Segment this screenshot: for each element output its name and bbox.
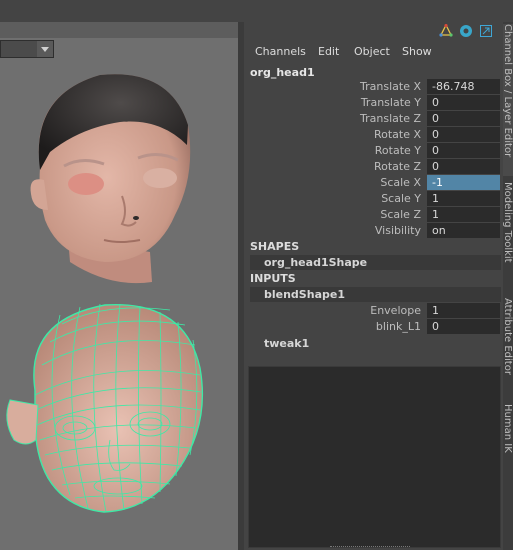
menu-object[interactable]: Object	[354, 45, 390, 58]
attr-value-field[interactable]: 0	[427, 159, 500, 174]
channel-box-panel: Channels Edit Object Show org_head1 Tran…	[244, 22, 503, 550]
tab-label: Modeling Toolkit	[503, 182, 513, 263]
attr-value-field[interactable]: 0	[427, 111, 500, 126]
tab-label: Channel Box / Layer Editor	[503, 24, 513, 158]
tab-label: Human IK	[503, 404, 513, 453]
attr-row-rotate-x[interactable]: Rotate X 0	[244, 127, 503, 143]
attr-label[interactable]: Translate Z	[360, 112, 421, 125]
object-name[interactable]: org_head1	[250, 66, 315, 79]
attr-value-field[interactable]: -86.748	[427, 79, 500, 94]
channel-box-icon[interactable]	[439, 23, 453, 38]
attr-label[interactable]: Rotate X	[374, 128, 421, 141]
tab-channel-box-layer-editor[interactable]: Channel Box / Layer Editor	[503, 24, 513, 176]
attr-value-field[interactable]: 0	[427, 319, 500, 334]
attr-label[interactable]: Scale X	[380, 176, 421, 189]
attr-label[interactable]: Envelope	[370, 304, 421, 317]
channel-box-toolbar	[439, 22, 499, 42]
attr-label[interactable]: blink_L1	[376, 320, 421, 333]
viewport-panel[interactable]	[0, 22, 238, 550]
attr-value-field[interactable]: 0	[427, 127, 500, 142]
attr-value-field[interactable]: 1	[427, 303, 500, 318]
tab-attribute-editor[interactable]: Attribute Editor	[503, 298, 513, 398]
resize-handle[interactable]	[330, 546, 410, 550]
viewport-3d-scene[interactable]	[0, 22, 238, 550]
wireframe-head-model[interactable]	[6, 303, 204, 513]
tab-human-ik[interactable]: Human IK	[503, 404, 513, 454]
attr-row-scale-x[interactable]: Scale X -1	[244, 175, 503, 191]
attr-row-visibility[interactable]: Visibility on	[244, 223, 503, 239]
attr-value-field[interactable]: on	[427, 223, 500, 238]
attr-row-rotate-z[interactable]: Rotate Z 0	[244, 159, 503, 175]
shaded-head-model[interactable]	[30, 74, 191, 284]
attr-row-scale-y[interactable]: Scale Y 1	[244, 191, 503, 207]
input-node-label[interactable]: blendShape1	[264, 287, 345, 302]
undock-icon[interactable]	[479, 24, 493, 38]
attr-row-translate-z[interactable]: Translate Z 0	[244, 111, 503, 127]
attr-label[interactable]: Translate Y	[361, 96, 421, 109]
attr-row-envelope[interactable]: Envelope 1	[244, 303, 503, 319]
attr-row-rotate-y[interactable]: Rotate Y 0	[244, 143, 503, 159]
tab-modeling-toolkit[interactable]: Modeling Toolkit	[503, 182, 513, 292]
attr-row-blink[interactable]: blink_L1 0	[244, 319, 503, 335]
attr-value-field[interactable]: 1	[427, 207, 500, 222]
inputs-section-header: INPUTS	[250, 272, 296, 285]
shape-node-item[interactable]: org_head1Shape	[250, 255, 501, 270]
tweak-node-item[interactable]: tweak1	[264, 337, 309, 350]
input-node-item[interactable]: blendShape1	[250, 287, 501, 302]
attr-row-translate-y[interactable]: Translate Y 0	[244, 95, 503, 111]
attr-value-field[interactable]: 0	[427, 143, 500, 158]
menu-edit[interactable]: Edit	[318, 45, 339, 58]
attr-label[interactable]: Scale Z	[380, 208, 421, 221]
shape-node-label[interactable]: org_head1Shape	[264, 255, 367, 270]
attr-row-translate-x[interactable]: Translate X -86.748	[244, 79, 503, 95]
attr-row-scale-z[interactable]: Scale Z 1	[244, 207, 503, 223]
attr-label[interactable]: Translate X	[360, 80, 421, 93]
channel-box-menubar: Channels Edit Object Show	[244, 42, 503, 62]
attr-value-field-selected[interactable]: -1	[427, 175, 500, 190]
shapes-section-header: SHAPES	[250, 240, 300, 253]
menu-show[interactable]: Show	[402, 45, 432, 58]
attr-value-field[interactable]: 0	[427, 95, 500, 110]
layer-editor-area[interactable]	[248, 366, 501, 548]
attr-value-field[interactable]: 1	[427, 191, 500, 206]
attr-label[interactable]: Visibility	[375, 224, 421, 237]
attr-label[interactable]: Rotate Y	[375, 144, 421, 157]
attr-label[interactable]: Scale Y	[381, 192, 421, 205]
attribute-icon[interactable]	[459, 24, 473, 38]
tab-label: Attribute Editor	[503, 298, 513, 375]
attr-label[interactable]: Rotate Z	[374, 160, 421, 173]
side-tab-bar: Channel Box / Layer Editor Modeling Tool…	[503, 22, 513, 550]
menu-channels[interactable]: Channels	[255, 45, 306, 58]
